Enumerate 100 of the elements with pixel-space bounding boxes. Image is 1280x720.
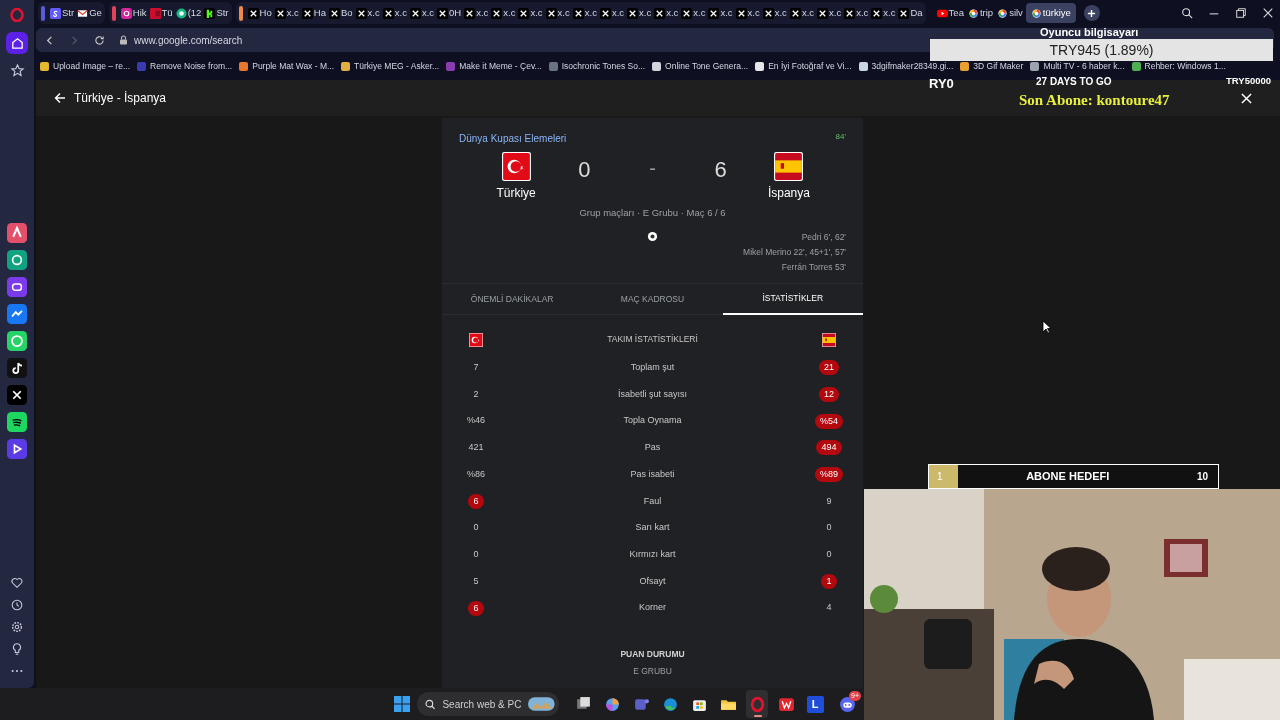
browser-tab[interactable]: x.c	[816, 3, 843, 23]
competition-link[interactable]: Dünya Kupası Elemeleri	[459, 131, 567, 146]
bookmark[interactable]: Make it Meme - Çev...	[446, 59, 542, 73]
browser-tab[interactable]: Ho	[246, 3, 273, 23]
browser-tab[interactable]: x.c	[653, 3, 680, 23]
close-icon[interactable]	[1262, 7, 1274, 19]
browser-tab[interactable]: x.c	[680, 3, 707, 23]
live-minute: 84'	[835, 131, 846, 143]
app-icon[interactable]	[7, 250, 27, 270]
lightbulb-icon[interactable]	[10, 642, 24, 656]
browser-tab[interactable]: x.c	[626, 3, 653, 23]
browser-tab[interactable]: x.c	[381, 3, 408, 23]
app-icon[interactable]	[7, 304, 27, 324]
bookmark[interactable]: Remove Noise from...	[137, 59, 233, 73]
app-icon[interactable]	[7, 223, 27, 243]
browser-tab[interactable]: Ha	[300, 3, 327, 23]
site-favicon-icon	[175, 7, 187, 19]
home-button[interactable]	[6, 32, 28, 54]
restore-icon[interactable]	[1235, 7, 1247, 19]
site-favicon-icon	[329, 7, 340, 19]
browser-tab[interactable]: silv	[996, 3, 1024, 23]
browser-tab[interactable]: Bo	[328, 3, 354, 23]
site-favicon-icon	[708, 7, 720, 19]
search-icon	[425, 698, 436, 710]
browser-tab[interactable]: x.c	[761, 3, 788, 23]
last-subscriber-text: Son Abone: kontoure47	[1019, 91, 1170, 110]
browser-tab[interactable]: Str	[203, 3, 230, 23]
tab-group-marker[interactable]	[41, 5, 45, 21]
app-icon[interactable]	[7, 358, 27, 378]
match-tab[interactable]: MAÇ KADROSU	[582, 283, 723, 315]
browser-tab[interactable]: x.c	[870, 3, 897, 23]
reload-icon[interactable]	[94, 34, 105, 46]
ticker-text: 27 DAYS TO GO	[1036, 75, 1112, 89]
stat-value: 0	[473, 547, 479, 561]
browser-tab[interactable]: x.c	[273, 3, 300, 23]
site-favicon-icon	[491, 7, 503, 19]
stat-value: 5	[473, 574, 479, 588]
app-icon[interactable]	[7, 277, 27, 297]
browser-tab[interactable]: Hik	[119, 3, 148, 23]
tab-group-marker[interactable]	[238, 5, 243, 21]
bookmark[interactable]: Online Tone Genera...	[652, 59, 749, 73]
browser-tab[interactable]: x.c	[571, 3, 598, 23]
site-favicon-icon	[274, 7, 286, 19]
browser-tab[interactable]: 0H	[436, 3, 463, 23]
new-tab-button[interactable]	[1083, 5, 1100, 21]
app-icon[interactable]	[7, 412, 27, 432]
page-title: Türkiye - İspanya	[74, 90, 167, 107]
clock-icon[interactable]	[10, 598, 24, 612]
site-favicon-icon	[681, 7, 693, 19]
site-favicon-icon	[844, 7, 856, 19]
browser-tab[interactable]: x.c	[544, 3, 571, 23]
settings-icon[interactable]	[10, 620, 24, 634]
browser-tab[interactable]: trip	[966, 3, 995, 23]
stat-value: 2	[473, 387, 479, 401]
browser-tab[interactable]: Da	[897, 3, 924, 23]
search-icon[interactable]	[1181, 7, 1193, 19]
bookmark[interactable]: Upload Image – re...	[40, 59, 130, 73]
back-icon[interactable]	[44, 34, 55, 46]
site-favicon-icon	[120, 7, 132, 19]
ring-logo-icon[interactable]	[10, 8, 24, 22]
browser-tab[interactable]: türkiye	[1025, 3, 1076, 23]
browser-tab[interactable]: Tü	[148, 3, 174, 23]
browser-tab[interactable]: x.c	[788, 3, 815, 23]
bookmark[interactable]: En İyi Fotoğraf ve Vi...	[755, 59, 852, 73]
bookmark[interactable]: Türkiye MEG - Asker...	[341, 59, 440, 73]
browser-tab[interactable]: x.c	[463, 3, 490, 23]
address-field[interactable]: www.google.com/search	[119, 32, 243, 48]
browser-tab[interactable]: x.c	[843, 3, 870, 23]
search-field[interactable]: Search web & PC	[417, 692, 559, 716]
app-icon[interactable]	[7, 385, 27, 405]
site-favicon-icon	[382, 7, 394, 19]
match-tab[interactable]: İSTATİSTİKLER	[722, 283, 863, 315]
bookmark[interactable]: Purple Mat Wax - M...	[239, 59, 335, 73]
active-indicator	[754, 715, 762, 717]
tab-group-marker[interactable]	[111, 5, 116, 21]
stat-label: Topla Oynama	[622, 414, 683, 428]
site-favicon-icon	[301, 7, 313, 19]
browser-tab[interactable]: x.c	[490, 3, 517, 23]
start-menu-icon[interactable]	[394, 696, 410, 712]
heart-icon[interactable]	[10, 576, 24, 590]
browser-tab[interactable]: Tea	[935, 3, 965, 23]
back-arrow-icon[interactable]	[54, 92, 66, 104]
overlay-label: Oyuncu bilgisayarı	[1040, 25, 1139, 40]
bookmark[interactable]: Isochronic Tones So...	[548, 59, 646, 73]
browser-tab[interactable]: x.c	[517, 3, 544, 23]
ticker-text: TRY50000	[1226, 74, 1272, 88]
browser-tab[interactable]: x.c	[408, 3, 436, 23]
browser-tab[interactable]: (12	[174, 3, 203, 23]
taskbar-app[interactable]: L	[804, 690, 826, 718]
match-tab[interactable]: ÖNEMLİ DAKİKALAR	[442, 283, 583, 315]
browser-tab[interactable]: Ge	[76, 3, 103, 23]
browser-tab[interactable]: x.c	[707, 3, 734, 23]
browser-tab[interactable]: x.c	[598, 3, 626, 23]
browser-tab[interactable]: x.c	[734, 3, 761, 23]
site-favicon-icon	[247, 7, 259, 19]
app-icon[interactable]	[7, 331, 27, 351]
browser-tab[interactable]: Str	[49, 3, 76, 23]
app-icon[interactable]	[7, 439, 27, 459]
browser-tab[interactable]: x.c	[354, 3, 381, 23]
stat-value: 421	[468, 441, 484, 455]
